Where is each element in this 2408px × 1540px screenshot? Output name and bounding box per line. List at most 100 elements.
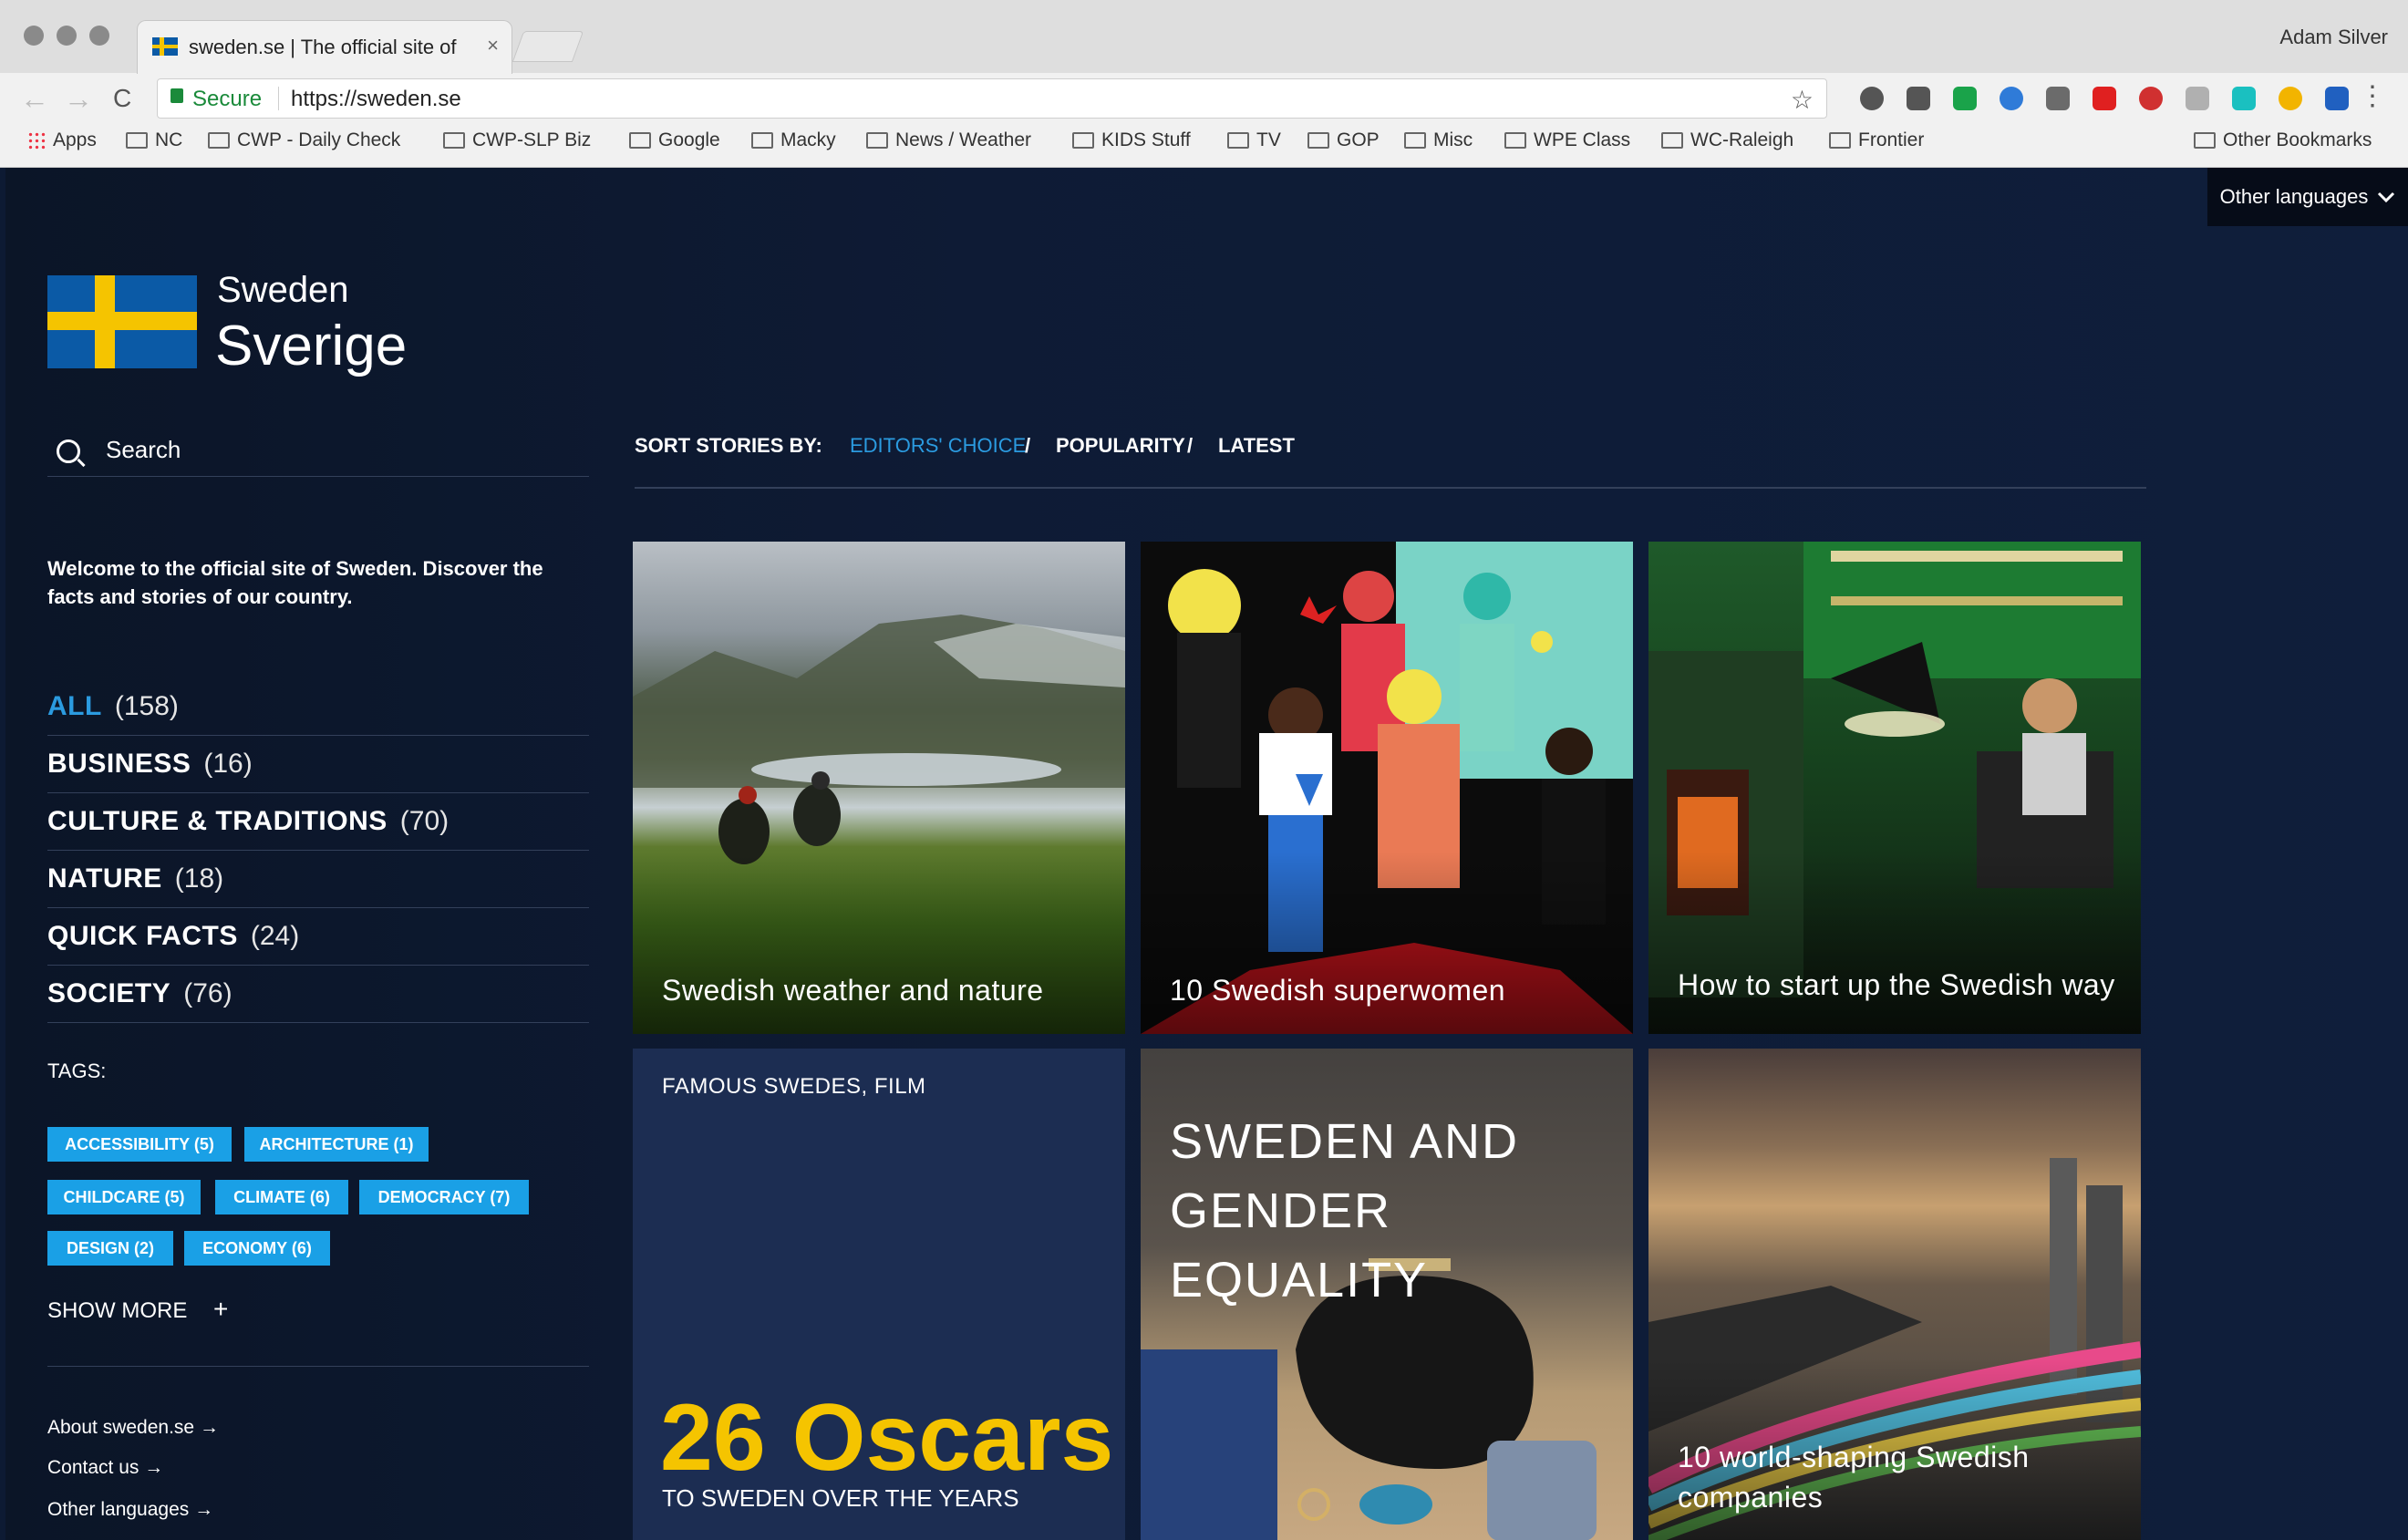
browser-extension-icon[interactable] [2093, 87, 2116, 110]
show-more-tags-button[interactable]: SHOW MORE + [47, 1295, 228, 1324]
category-business[interactable]: BUSINESS (16) [47, 736, 589, 793]
folder-icon [1829, 132, 1851, 149]
contact-link[interactable]: Contact us → [47, 1457, 163, 1479]
bookmark-kids-stuff[interactable]: KIDS Stuff [1072, 129, 1191, 151]
logo-text-sverige[interactable]: Sverige [215, 314, 407, 378]
back-arrow-icon[interactable]: ← [20, 82, 49, 116]
bookmark-cwp-slp-biz[interactable]: CWP-SLP Biz [443, 129, 591, 151]
tag-economy[interactable]: ECONOMY (6) [184, 1231, 330, 1266]
arrow-right-icon: → [194, 1499, 214, 1520]
sort-editors-choice[interactable]: EDITORS' CHOICE [850, 434, 1026, 458]
apps-grid-icon [27, 131, 46, 150]
bookmark-frontier[interactable]: Frontier [1829, 129, 1924, 151]
category-culture-traditions[interactable]: CULTURE & TRADITIONS (70) [47, 793, 589, 851]
story-card-startup[interactable]: How to start up the Swedish way [1648, 542, 2141, 1034]
browser-extension-icon[interactable] [2186, 87, 2209, 110]
sort-label: SORT STORIES BY: [635, 434, 822, 457]
sort-popularity[interactable]: POPULARITY [1056, 434, 1185, 458]
profile-name[interactable]: Adam Silver [2279, 26, 2388, 49]
browser-tab[interactable]: sweden.se | The official site of × [137, 20, 512, 74]
bookmark-star-icon[interactable]: ☆ [1791, 85, 1814, 115]
folder-icon [1661, 132, 1683, 149]
category-society[interactable]: SOCIETY (76) [47, 966, 589, 1023]
folder-icon [1072, 132, 1094, 149]
folder-icon [2194, 132, 2216, 149]
tag-democracy[interactable]: DEMOCRACY (7) [359, 1180, 529, 1214]
folder-icon [126, 132, 148, 149]
sort-separator: / [1187, 434, 1194, 457]
url-text[interactable]: https://sweden.se [291, 87, 461, 112]
close-window-button[interactable] [24, 26, 44, 46]
browser-extension-icon[interactable] [2046, 87, 2070, 110]
card-caption: 10 Swedish superwomen [1170, 974, 1506, 1007]
search-field[interactable]: Search [47, 432, 589, 477]
browser-extension-icon[interactable] [2139, 87, 2163, 110]
oscars-headline: 26 Oscars [660, 1385, 1114, 1491]
maximize-window-button[interactable] [89, 26, 109, 46]
bookmark-wc-raleigh[interactable]: WC-Raleigh [1661, 129, 1793, 151]
browser-extension-icon[interactable] [1953, 87, 1977, 110]
lock-icon [171, 88, 183, 103]
about-link[interactable]: About sweden.se → [47, 1417, 219, 1439]
browser-extension-icon[interactable] [2000, 87, 2023, 110]
browser-extension-icon[interactable] [2325, 87, 2349, 110]
address-bar[interactable]: Secure https://sweden.se ☆ [157, 78, 1827, 119]
sweden-flag-logo[interactable] [47, 275, 197, 368]
bookmark-gop[interactable]: GOP [1307, 129, 1380, 151]
bookmark-nc[interactable]: NC [126, 129, 182, 151]
bookmark-cwp-daily-check[interactable]: CWP - Daily Check [208, 129, 400, 151]
browser-toolbar: ← → C Secure https://sweden.se ☆ ⋮ [0, 73, 2408, 122]
category-nature[interactable]: NATURE (18) [47, 851, 589, 908]
sweden-flag-favicon-icon [152, 37, 178, 56]
secure-label: Secure [192, 87, 263, 111]
logo-text-sweden[interactable]: Sweden [217, 270, 349, 311]
tag-childcare[interactable]: CHILDCARE (5) [47, 1180, 201, 1214]
other-languages-link[interactable]: Other languages → [47, 1499, 213, 1521]
bookmarks-bar: Apps NC CWP - Daily Check CWP-SLP Biz Go… [0, 122, 2408, 166]
welcome-text: Welcome to the official site of Sweden. … [47, 557, 543, 608]
browser-menu-icon[interactable]: ⋮ [2359, 80, 2386, 112]
close-icon[interactable]: × [487, 34, 499, 57]
bookmark-news-weather[interactable]: News / Weather [866, 129, 1031, 151]
browser-extension-icon[interactable] [2232, 87, 2256, 110]
story-card-weather-nature[interactable]: Swedish weather and nature [633, 542, 1125, 1034]
story-card-gender-equality[interactable]: SWEDEN AND GENDER EQUALITY [1141, 1049, 1633, 1540]
tag-accessibility[interactable]: ACCESSIBILITY (5) [47, 1127, 232, 1162]
bookmark-google[interactable]: Google [629, 129, 720, 151]
browser-extension-icon[interactable] [2279, 87, 2302, 110]
search-label: Search [106, 436, 181, 463]
folder-icon [443, 132, 465, 149]
category-all[interactable]: ALL (158) [47, 678, 589, 736]
tag-architecture[interactable]: ARCHITECTURE (1) [244, 1127, 429, 1162]
story-card-oscars[interactable]: FAMOUS SWEDES, FILM 26 Oscars TO SWEDEN … [633, 1049, 1125, 1540]
sort-latest[interactable]: LATEST [1218, 434, 1295, 458]
reload-icon[interactable]: C [113, 84, 131, 113]
tag-climate[interactable]: CLIMATE (6) [215, 1180, 348, 1214]
tags-heading: TAGS: [47, 1059, 107, 1082]
folder-icon [1504, 132, 1526, 149]
other-languages-dropdown[interactable]: Other languages [2207, 168, 2408, 226]
new-tab-button[interactable] [512, 31, 584, 62]
minimize-window-button[interactable] [57, 26, 77, 46]
search-icon [57, 439, 80, 463]
tab-title: sweden.se | The official site of [189, 36, 457, 58]
story-card-superwomen[interactable]: 10 Swedish superwomen [1141, 542, 1633, 1034]
browser-extension-icon[interactable] [1860, 87, 1884, 110]
tag-design[interactable]: DESIGN (2) [47, 1231, 173, 1266]
sort-separator: / [1025, 434, 1031, 457]
bookmark-macky[interactable]: Macky [751, 129, 836, 151]
bookmark-tv[interactable]: TV [1227, 129, 1281, 151]
other-bookmarks[interactable]: Other Bookmarks [2194, 129, 2372, 151]
category-list: ALL (158) BUSINESS (16) CULTURE & TRADITIO… [47, 678, 589, 1023]
bookmark-apps[interactable]: Apps [27, 129, 97, 151]
page-content: Other languages Sweden Sverige Search We… [5, 168, 2408, 1540]
folder-icon [629, 132, 651, 149]
folder-icon [1307, 132, 1329, 149]
category-quick-facts[interactable]: QUICK FACTS (24) [47, 908, 589, 966]
bookmark-misc[interactable]: Misc [1404, 129, 1473, 151]
forward-arrow-icon[interactable]: → [64, 82, 93, 116]
bookmark-wpe-class[interactable]: WPE Class [1504, 129, 1630, 151]
browser-extension-icon[interactable] [1907, 87, 1930, 110]
folder-icon [866, 132, 888, 149]
story-card-companies[interactable]: 10 world-shaping Swedish companies [1648, 1049, 2141, 1540]
